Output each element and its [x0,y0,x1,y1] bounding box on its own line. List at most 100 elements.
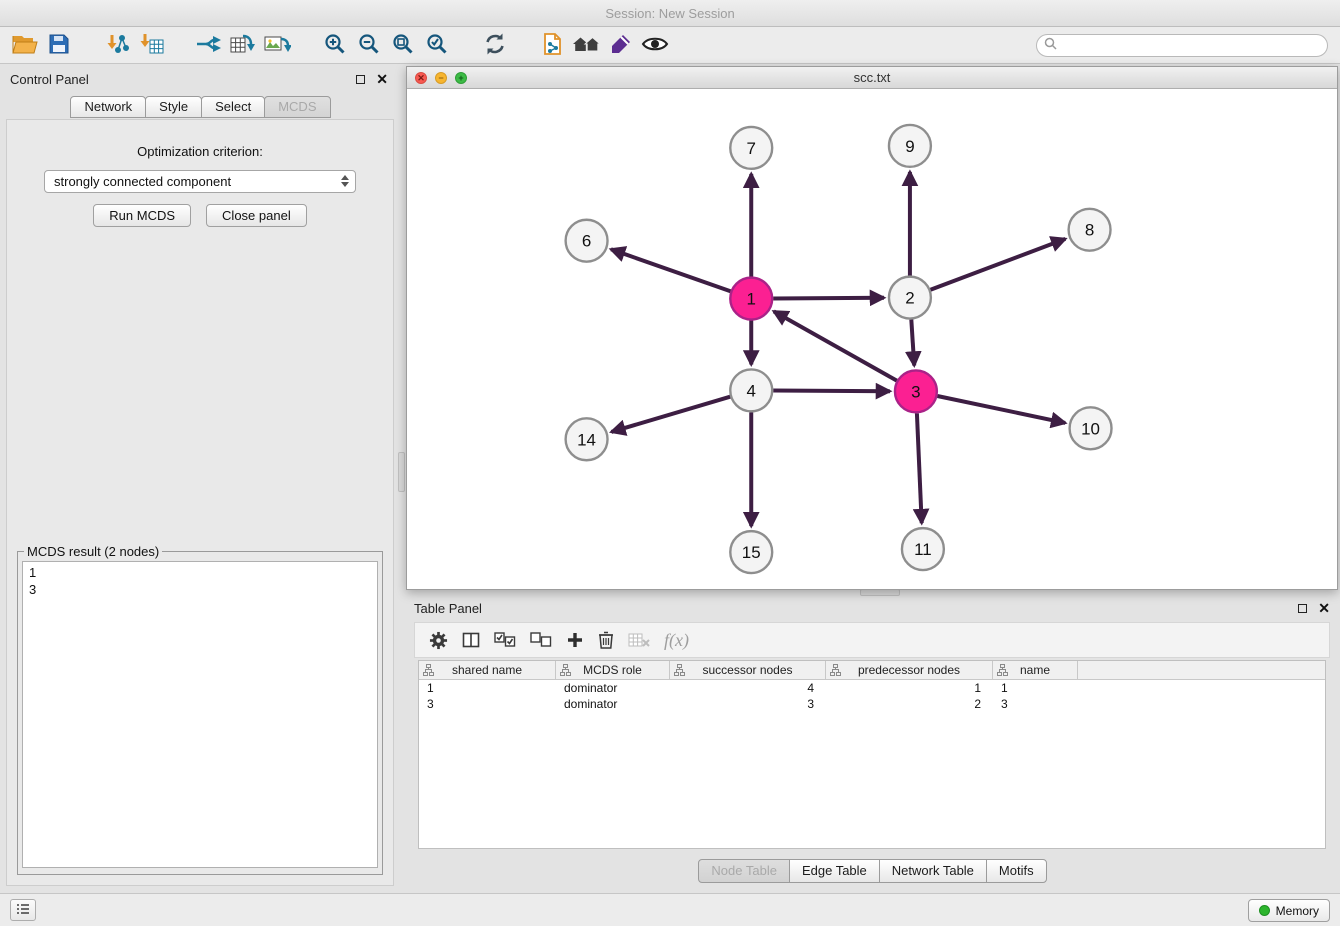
network-canvas[interactable]: 7 9 6 8 1 2 4 3 14 10 15 11 [407,90,1337,589]
network-canvas-container[interactable]: 7 9 6 8 1 2 4 3 14 10 15 11 [407,90,1337,589]
tab-node-table[interactable]: Node Table [698,859,790,883]
open-session-button[interactable] [8,29,42,61]
deselect-all-icon[interactable] [530,632,552,648]
float-table-panel-icon[interactable] [1298,604,1307,613]
column-header-mcds-role[interactable]: MCDS role [556,661,670,679]
task-history-button[interactable] [10,899,36,921]
zoom-fit-icon [391,32,415,59]
delete-column-icon[interactable] [628,632,650,648]
function-icon[interactable]: f(x) [664,630,689,651]
vertical-splitter-handle[interactable] [398,452,405,492]
zoom-out-button[interactable] [352,29,386,61]
graph-edge-3-10[interactable] [937,396,1065,423]
tab-mcds[interactable]: MCDS [264,96,330,118]
settings-gear-icon[interactable] [429,631,448,650]
import-table-button[interactable] [134,29,168,61]
main-toolbar [0,27,1340,64]
graph-node-3[interactable]: 3 [895,370,937,412]
graph-node-7[interactable]: 7 [730,127,772,169]
search-input[interactable] [1057,38,1327,53]
close-table-panel-icon[interactable]: ✕ [1318,601,1330,615]
copy-network-button[interactable] [536,29,570,61]
table-body: 1dominator4113dominator323 [419,680,1325,712]
zoom-in-button[interactable] [318,29,352,61]
graph-edge-4-3[interactable] [773,390,890,391]
tab-network-table[interactable]: Network Table [879,859,987,883]
search-field[interactable] [1036,34,1328,57]
control-panel-tabbar: NetworkStyleSelectMCDS [4,96,396,118]
column-header-predecessor-nodes[interactable]: predecessor nodes [826,661,993,679]
graph-edge-3-11[interactable] [917,413,922,523]
zoom-in-icon [323,32,347,59]
float-panel-icon[interactable] [356,75,365,84]
horizontal-splitter-handle[interactable] [860,589,900,596]
graph-node-15[interactable]: 15 [730,531,772,573]
column-header-shared-name[interactable]: shared name [419,661,556,679]
table-row[interactable]: 1dominator411 [419,680,1325,696]
table-row[interactable]: 3dominator323 [419,696,1325,712]
graph-node-9[interactable]: 9 [889,125,931,167]
close-panel-icon[interactable]: ✕ [376,72,388,86]
zoom-window-icon[interactable]: + [455,72,467,84]
annotation-icon [609,32,633,59]
graph-edge-3-1[interactable] [774,311,897,380]
graph-node-11[interactable]: 11 [902,528,944,570]
import-network-button[interactable] [100,29,134,61]
tab-edge-table[interactable]: Edge Table [789,859,880,883]
zoom-fit-button[interactable] [386,29,420,61]
clone-network-button[interactable] [226,29,260,61]
column-header-name[interactable]: name [993,661,1078,679]
graph-node-4[interactable]: 4 [730,369,772,411]
graph-edge-2-3[interactable] [911,320,914,366]
optimization-criterion-select[interactable]: strongly connected component [44,170,356,193]
control-panel-title: Control Panel [4,72,89,87]
refresh-button[interactable] [478,29,512,61]
graph-edge-2-8[interactable] [930,239,1065,290]
svg-text:6: 6 [582,232,591,251]
status-bar: Memory [0,893,1340,926]
sort-icon [997,664,1008,679]
add-row-icon[interactable] [566,631,584,649]
close-panel-button[interactable]: Close panel [206,204,307,227]
graph-node-6[interactable]: 6 [566,220,608,262]
run-mcds-button[interactable]: Run MCDS [93,204,191,227]
export-image-button[interactable] [260,29,294,61]
column-icon[interactable] [462,631,480,649]
graph-edge-1-2[interactable] [773,298,884,299]
tab-style[interactable]: Style [145,96,202,118]
tab-select[interactable]: Select [201,96,265,118]
graph-node-8[interactable]: 8 [1069,209,1111,251]
graph-edge-4-14[interactable] [611,397,730,432]
table-panel: Table Panel ✕ [406,596,1338,889]
optimization-criterion-value: strongly connected component [54,174,231,189]
open-session-icon [12,33,38,58]
table-panel-title: Table Panel [406,601,482,616]
graph-node-1[interactable]: 1 [730,278,772,320]
zoom-selected-button[interactable] [420,29,454,61]
delete-icon[interactable] [598,631,614,649]
select-all-icon[interactable] [494,632,516,648]
memory-button[interactable]: Memory [1248,899,1330,922]
new-network-button[interactable] [192,29,226,61]
svg-text:9: 9 [905,137,914,156]
graph-edge-1-6[interactable] [611,249,730,291]
graph-node-14[interactable]: 14 [566,418,608,460]
import-table-icon [138,32,164,59]
show-hide-button[interactable] [638,29,672,61]
annotation-button[interactable] [604,29,638,61]
tab-network[interactable]: Network [70,96,146,118]
graph-node-10[interactable]: 10 [1070,407,1112,449]
minimize-window-icon[interactable]: − [435,72,447,84]
tab-motifs[interactable]: Motifs [986,859,1047,883]
network-window-titlebar[interactable]: ✕ − + scc.txt [407,67,1337,89]
svg-text:15: 15 [742,543,761,562]
first-neighbors-button[interactable] [570,29,604,61]
column-header-successor-nodes[interactable]: successor nodes [670,661,826,679]
close-window-icon[interactable]: ✕ [415,72,427,84]
table-panel-tabbar: Node TableEdge TableNetwork TableMotifs [406,859,1338,883]
table-cell: 4 [670,681,826,695]
node-table[interactable]: shared nameMCDS rolesuccessor nodesprede… [418,660,1326,849]
save-session-button[interactable] [42,29,76,61]
graph-node-2[interactable]: 2 [889,277,931,319]
window-titlebar: Session: New Session [0,0,1340,27]
